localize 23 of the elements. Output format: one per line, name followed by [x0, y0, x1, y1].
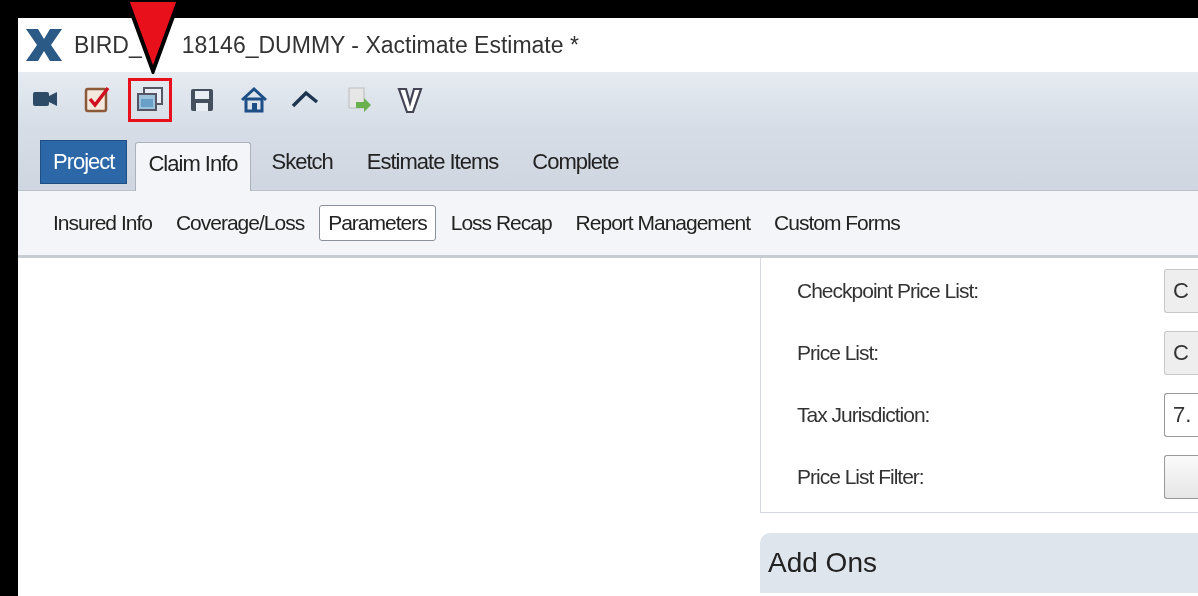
subtab[interactable]: Insured Info	[44, 205, 161, 241]
window-title: BIRD_ 18146_DUMMY - Xactimate Estimate *	[74, 31, 579, 59]
tab[interactable]: Estimate Items	[353, 140, 512, 184]
app-logo-icon	[24, 27, 64, 63]
subtab[interactable]: Parameters	[319, 205, 436, 241]
filter-button[interactable]	[1164, 455, 1198, 499]
dropdown-field[interactable]: 7.	[1164, 393, 1198, 437]
readonly-field: C	[1164, 269, 1198, 313]
tab[interactable]: Complete	[519, 140, 632, 184]
readonly-field: C	[1164, 331, 1198, 375]
tab[interactable]: Claim Info	[135, 142, 251, 191]
subtab[interactable]: Loss Recap	[441, 205, 561, 241]
field-label: Price List:	[797, 341, 879, 365]
section-title: Add Ons	[768, 547, 877, 579]
subtab[interactable]: Coverage/Loss	[166, 205, 314, 241]
field-label: Price List Filter:	[797, 465, 924, 489]
tab[interactable]: Sketch	[258, 140, 346, 184]
windows-icon[interactable]	[128, 78, 172, 122]
subtab[interactable]: Custom Forms	[765, 205, 909, 241]
field-label: Checkpoint Price List:	[797, 279, 979, 303]
subtab[interactable]: Report Management	[566, 205, 760, 241]
field-label: Tax Jurisdiction:	[797, 403, 930, 427]
project-menu-tab[interactable]: Project	[40, 140, 128, 184]
